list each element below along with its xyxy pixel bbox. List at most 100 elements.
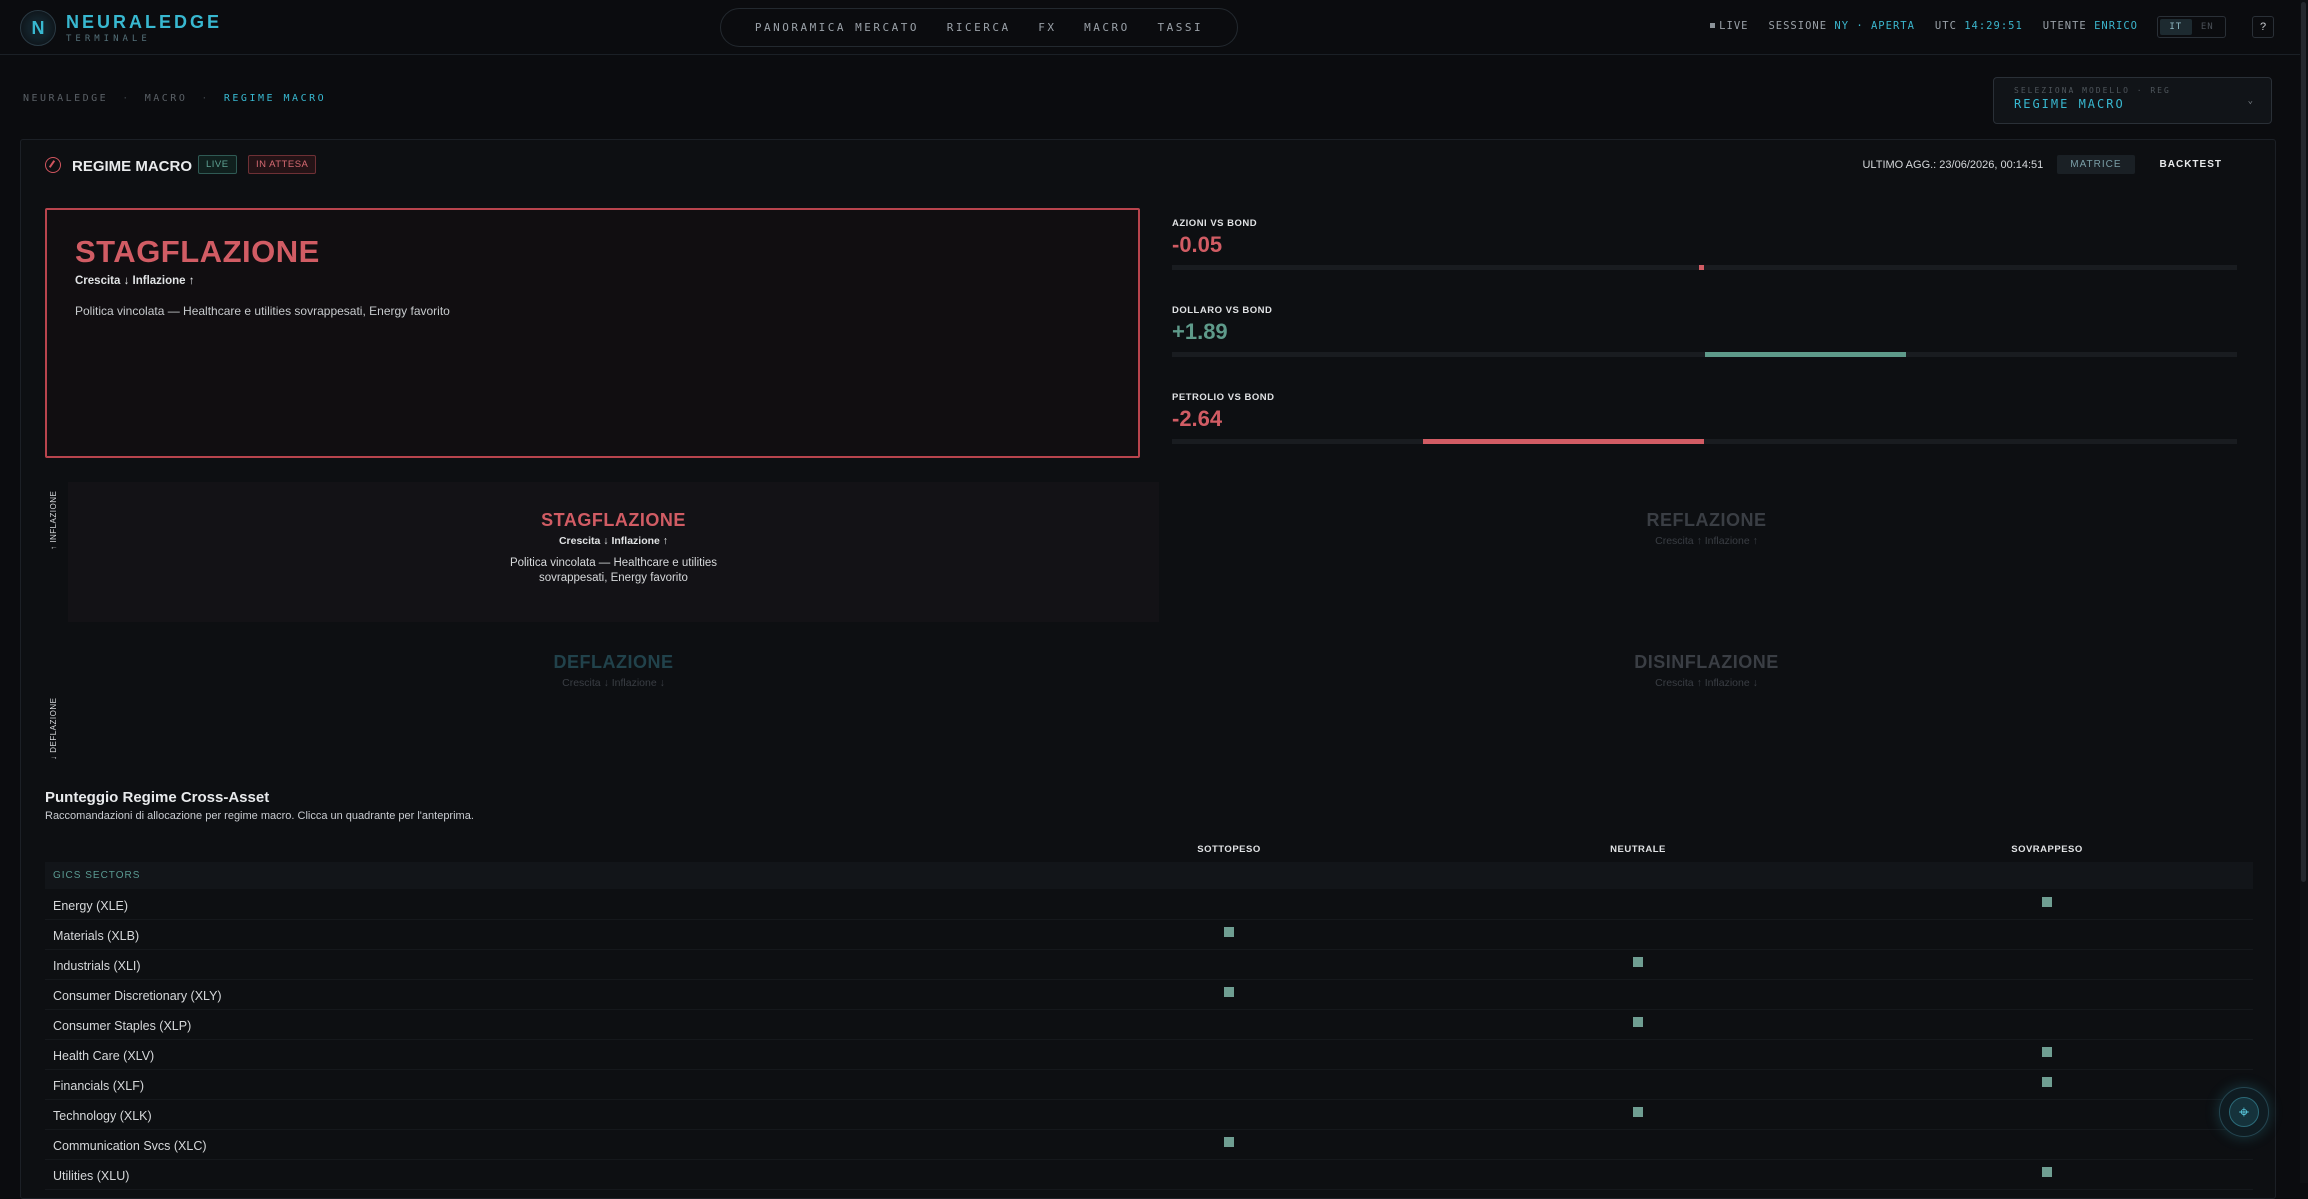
table-row[interactable]: Financials (XLF) xyxy=(45,1070,2253,1100)
compass-icon xyxy=(45,157,61,173)
spread-equities-vs-bonds: AZIONI VS BOND -0.05 xyxy=(1172,218,2237,270)
table-row[interactable]: Energy (XLE) xyxy=(45,890,2253,920)
language-toggle: IT EN xyxy=(2157,16,2226,38)
crosshair-icon: ⌖ xyxy=(2229,1097,2259,1127)
allocation-marker xyxy=(2042,897,2052,907)
allocation-marker xyxy=(1633,957,1643,967)
spread-dollar-vs-bonds: DOLLARO VS BOND +1.89 xyxy=(1172,305,2237,357)
sector-name: Consumer Staples (XLP) xyxy=(53,1019,192,1033)
user-info[interactable]: UTENTE ENRICO xyxy=(2043,20,2138,32)
matrix-button[interactable]: MATRICE xyxy=(2057,155,2135,174)
table-row[interactable]: Materials (XLB) xyxy=(45,920,2253,950)
app-logo[interactable]: N NEURALEDGE TERMINALE xyxy=(20,10,222,46)
axis-inflation-label: ↑ INFLAZIONE xyxy=(49,490,58,550)
scrollbar-thumb[interactable] xyxy=(2301,2,2306,882)
quadrant-name: REFLAZIONE xyxy=(1646,510,1767,530)
nav-item-rates[interactable]: TASSI xyxy=(1157,21,1203,34)
spread-value: -0.05 xyxy=(1172,232,1223,257)
column-header-underweight: SOTTOPESO xyxy=(1197,844,1261,855)
table-row[interactable]: Consumer Staples (XLP) xyxy=(45,1010,2253,1040)
column-header-overweight: SOVRAPPESO xyxy=(2011,844,2083,855)
spread-bar-track xyxy=(1172,352,2237,357)
spread-oil-vs-bonds: PETROLIO VS BOND -2.64 xyxy=(1172,392,2237,444)
spread-bar-fill xyxy=(1423,439,1705,444)
live-badge: LIVE xyxy=(198,155,237,174)
quadrant-name: DEFLAZIONE xyxy=(553,652,674,672)
allocation-marker xyxy=(1633,1107,1643,1117)
model-select-label: SELEZIONA MODELLO · REG xyxy=(2014,86,2171,95)
table-row[interactable]: Consumer Discretionary (XLY) xyxy=(45,980,2253,1010)
sector-name: Utilities (XLU) xyxy=(53,1169,130,1183)
allocation-marker xyxy=(1224,927,1234,937)
regime-name: STAGFLAZIONE xyxy=(75,234,320,269)
sector-name: Financials (XLF) xyxy=(53,1079,144,1093)
score-table-body: Energy (XLE) Materials (XLB) Industrials (… xyxy=(45,890,2253,1190)
table-row[interactable]: Health Care (XLV) xyxy=(45,1040,2253,1070)
axis-deflation-label: ↓ DEFLAZIONE xyxy=(49,697,58,760)
score-subtitle: Raccomandazioni di allocazione per regim… xyxy=(45,810,474,822)
live-indicator: LIVE xyxy=(1710,20,1748,32)
spread-bar-fill xyxy=(1699,265,1705,270)
lang-en-button[interactable]: EN xyxy=(2192,19,2224,35)
spread-bar-fill xyxy=(1704,352,1906,357)
column-header-neutral: NEUTRALE xyxy=(1610,844,1666,855)
allocation-marker xyxy=(2042,1167,2052,1177)
table-row[interactable]: Technology (XLK) xyxy=(45,1100,2253,1130)
assistant-button[interactable]: ⌖ xyxy=(2219,1087,2269,1137)
table-row[interactable]: Communication Svcs (XLC) xyxy=(45,1130,2253,1160)
quadrant-stagflation[interactable]: STAGFLAZIONE Crescita ↓ Inflazione ↑ Pol… xyxy=(68,482,1159,622)
spread-bar-track xyxy=(1172,265,2237,270)
utc-clock: UTC 14:29:51 xyxy=(1934,20,2023,32)
main-nav: PANORAMICA MERCATO RICERCA FX MACRO TASS… xyxy=(720,8,1238,47)
spread-label: AZIONI VS BOND xyxy=(1172,218,1258,229)
model-select[interactable]: SELEZIONA MODELLO · REG REGIME MACRO ⌄ xyxy=(1993,77,2272,124)
live-dot-icon xyxy=(1710,23,1716,28)
spread-label: DOLLARO VS BOND xyxy=(1172,305,1273,316)
regime-direction: Crescita ↓ Inflazione ↑ xyxy=(75,275,195,287)
nav-item-research[interactable]: RICERCA xyxy=(947,21,1011,34)
quadrant-disinflation[interactable]: DISINFLAZIONE Crescita ↑ Inflazione ↓ xyxy=(1161,624,2252,764)
last-updated: ULTIMO AGG.: 23/06/2026, 00:14:51 xyxy=(1862,158,2044,171)
sector-name: Consumer Discretionary (XLY) xyxy=(53,989,222,1003)
regime-description: Politica vincolata — Healthcare e utilit… xyxy=(75,304,450,318)
page-scrollbar[interactable] xyxy=(2300,0,2308,1183)
top-bar: N NEURALEDGE TERMINALE PANORAMICA MERCAT… xyxy=(0,0,2308,55)
sector-name: Materials (XLB) xyxy=(53,929,140,943)
brand-name: NEURALEDGE xyxy=(66,12,223,32)
lang-it-button[interactable]: IT xyxy=(2160,19,2192,35)
breadcrumb-macro[interactable]: MACRO xyxy=(145,93,188,104)
breadcrumb-current: REGIME MACRO xyxy=(223,93,327,104)
pending-badge: IN ATTESA xyxy=(248,155,317,174)
spread-value: +1.89 xyxy=(1172,319,1228,344)
backtest-button[interactable]: BACKTEST xyxy=(2147,155,2235,174)
quadrant-deflation[interactable]: DEFLAZIONE Crescita ↓ Inflazione ↓ xyxy=(68,624,1159,764)
panel-title: REGIME MACRO xyxy=(72,158,192,175)
quadrant-direction: Crescita ↓ Inflazione ↓ xyxy=(562,677,665,689)
breadcrumb: NEURALEDGE · MACRO · REGIME MACRO xyxy=(23,93,327,104)
sector-name: Energy (XLE) xyxy=(53,899,129,913)
quadrant-direction: Crescita ↑ Inflazione ↑ xyxy=(1655,535,1758,547)
spread-value: -2.64 xyxy=(1172,406,1223,431)
sector-name: Industrials (XLI) xyxy=(53,959,141,973)
nav-item-fx[interactable]: FX xyxy=(1038,21,1056,34)
breadcrumb-root[interactable]: NEURALEDGE xyxy=(23,93,108,104)
current-regime-card: STAGFLAZIONE Crescita ↓ Inflazione ↑ Pol… xyxy=(45,208,1140,458)
macro-regime-panel: REGIME MACRO LIVE IN ATTESA ULTIMO AGG.:… xyxy=(20,139,2276,1199)
allocation-marker xyxy=(2042,1047,2052,1057)
brand-subtitle: TERMINALE xyxy=(66,34,151,44)
quadrant-direction: Crescita ↓ Inflazione ↑ xyxy=(558,535,669,547)
table-row[interactable]: Industrials (XLI) xyxy=(45,950,2253,980)
group-header-gics-sectors: GICS SECTORS xyxy=(45,862,2253,889)
spread-bar-track xyxy=(1172,439,2237,444)
logo-icon: N xyxy=(20,10,56,46)
status-bar: LIVE SESSIONE NY · APERTA UTC 14:29:51 U… xyxy=(1710,20,2138,32)
sector-name: Health Care (XLV) xyxy=(53,1049,155,1063)
table-row[interactable]: Utilities (XLU) xyxy=(45,1160,2253,1190)
quadrant-reflation[interactable]: REFLAZIONE Crescita ↑ Inflazione ↑ xyxy=(1161,482,2252,622)
quadrant-direction: Crescita ↑ Inflazione ↓ xyxy=(1655,677,1758,689)
nav-item-macro[interactable]: MACRO xyxy=(1084,21,1130,34)
allocation-marker xyxy=(1224,987,1234,997)
nav-item-overview[interactable]: PANORAMICA MERCATO xyxy=(755,21,919,34)
help-button[interactable]: ? xyxy=(2252,16,2274,38)
model-select-value: REGIME MACRO xyxy=(2014,97,2125,111)
